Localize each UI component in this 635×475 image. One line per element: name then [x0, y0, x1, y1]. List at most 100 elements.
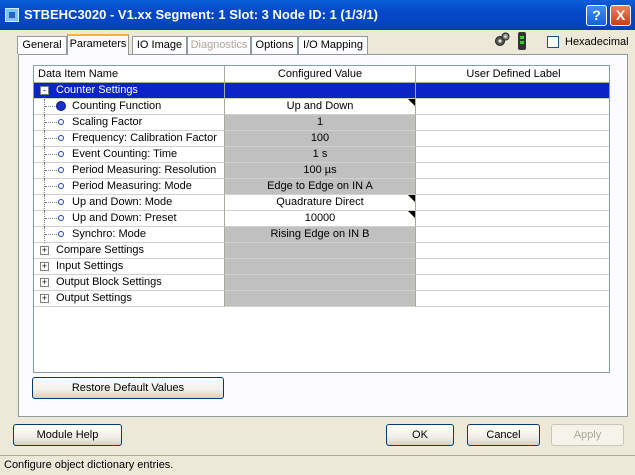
- table-row[interactable]: + Output Block Settings: [34, 275, 609, 291]
- bullet-icon: [58, 119, 64, 125]
- configured-value-cell[interactable]: Quadrature Direct: [225, 195, 416, 211]
- cancel-button[interactable]: Cancel: [467, 424, 540, 446]
- module-help-button[interactable]: Module Help: [13, 424, 122, 446]
- bullet-icon: [58, 167, 64, 173]
- table-row[interactable]: Up and Down: Mode Quadrature Direct: [34, 195, 609, 211]
- table-row[interactable]: Synchro: Mode Rising Edge on IN B: [34, 227, 609, 243]
- configured-value-cell[interactable]: 1 s: [225, 147, 416, 163]
- column-header-name[interactable]: Data Item Name: [34, 66, 225, 82]
- name-cell[interactable]: + Compare Settings: [34, 243, 225, 259]
- column-header-value[interactable]: Configured Value: [225, 66, 416, 82]
- user-label-cell[interactable]: [416, 179, 609, 195]
- tab-io-image[interactable]: IO Image: [132, 36, 187, 54]
- help-button[interactable]: ?: [586, 5, 607, 26]
- name-cell[interactable]: Period Measuring: Mode: [34, 179, 225, 195]
- name-cell[interactable]: Up and Down: Preset: [34, 211, 225, 227]
- configured-value: 100 µs: [303, 164, 337, 176]
- user-label-cell[interactable]: [416, 211, 609, 227]
- dropdown-corner-icon[interactable]: [408, 195, 415, 202]
- table-row[interactable]: Scaling Factor 1: [34, 115, 609, 131]
- item-name: Output Settings: [56, 292, 132, 304]
- configured-value-cell[interactable]: 100 µs: [225, 163, 416, 179]
- user-label-cell[interactable]: [416, 243, 609, 259]
- bullet-icon: [58, 215, 64, 221]
- tree-line: [44, 163, 46, 179]
- configured-value-cell[interactable]: [225, 291, 416, 307]
- table-row[interactable]: Period Measuring: Resolution 100 µs: [34, 163, 609, 179]
- configured-value: 1: [316, 116, 324, 128]
- ok-button[interactable]: OK: [386, 424, 454, 446]
- table-row[interactable]: Event Counting: Time 1 s: [34, 147, 609, 163]
- expand-icon[interactable]: +: [40, 294, 49, 303]
- close-button[interactable]: X: [610, 5, 631, 26]
- tab-general[interactable]: General: [17, 36, 67, 54]
- dropdown-corner-icon[interactable]: [408, 99, 415, 106]
- configured-value-cell[interactable]: [225, 243, 416, 259]
- hexadecimal-checkbox[interactable]: [547, 36, 559, 48]
- configured-value-cell[interactable]: 100: [225, 131, 416, 147]
- user-label-cell[interactable]: [416, 131, 609, 147]
- configured-value: Quadrature Direct: [276, 196, 364, 208]
- table-row[interactable]: - Counter Settings: [34, 83, 609, 99]
- tree-branch: [45, 170, 57, 171]
- item-name: Counting Function: [72, 100, 162, 112]
- table-row[interactable]: Up and Down: Preset 10000: [34, 211, 609, 227]
- name-cell[interactable]: + Input Settings: [34, 259, 225, 275]
- tab-options[interactable]: Options: [251, 36, 298, 54]
- gears-icon[interactable]: [494, 32, 510, 48]
- configured-value-cell[interactable]: Rising Edge on IN B: [225, 227, 416, 243]
- tree-line: [44, 115, 46, 131]
- expand-icon[interactable]: +: [40, 262, 49, 271]
- collapse-icon[interactable]: -: [40, 86, 49, 95]
- device-icon[interactable]: [518, 32, 526, 50]
- name-cell[interactable]: - Counter Settings: [34, 83, 225, 99]
- table-row[interactable]: + Output Settings: [34, 291, 609, 307]
- table-row[interactable]: + Compare Settings: [34, 243, 609, 259]
- configured-value: Up and Down: [286, 100, 354, 112]
- tab-diagnostics[interactable]: Diagnostics: [187, 36, 251, 54]
- table-row[interactable]: + Input Settings: [34, 259, 609, 275]
- configured-value-cell[interactable]: [225, 83, 416, 99]
- filled-bullet-icon: [56, 101, 66, 111]
- user-label-cell[interactable]: [416, 115, 609, 131]
- table-row[interactable]: Counting Function Up and Down: [34, 99, 609, 115]
- restore-defaults-button[interactable]: Restore Default Values: [32, 377, 224, 399]
- tab-parameters[interactable]: Parameters: [67, 34, 129, 55]
- expand-icon[interactable]: +: [40, 278, 49, 287]
- user-label-cell[interactable]: [416, 275, 609, 291]
- user-label-cell[interactable]: [416, 259, 609, 275]
- name-cell[interactable]: Frequency: Calibration Factor: [34, 131, 225, 147]
- name-cell[interactable]: Period Measuring: Resolution: [34, 163, 225, 179]
- user-label-cell[interactable]: [416, 291, 609, 307]
- user-label-cell[interactable]: [416, 163, 609, 179]
- name-cell[interactable]: + Output Block Settings: [34, 275, 225, 291]
- configured-value-cell[interactable]: 10000: [225, 211, 416, 227]
- table-row[interactable]: Period Measuring: Mode Edge to Edge on IN…: [34, 179, 609, 195]
- user-label-cell[interactable]: [416, 83, 609, 99]
- column-header-label[interactable]: User Defined Label: [416, 66, 609, 82]
- user-label-cell[interactable]: [416, 99, 609, 115]
- name-cell[interactable]: Up and Down: Mode: [34, 195, 225, 211]
- configured-value-cell[interactable]: Edge to Edge on IN A: [225, 179, 416, 195]
- name-cell[interactable]: Event Counting: Time: [34, 147, 225, 163]
- configured-value-cell[interactable]: [225, 259, 416, 275]
- tab-io-mapping[interactable]: I/O Mapping: [298, 36, 368, 54]
- table-row[interactable]: Frequency: Calibration Factor 100: [34, 131, 609, 147]
- configured-value-cell[interactable]: [225, 275, 416, 291]
- name-cell[interactable]: Scaling Factor: [34, 115, 225, 131]
- user-label-cell[interactable]: [416, 147, 609, 163]
- user-label-cell[interactable]: [416, 195, 609, 211]
- dropdown-corner-icon[interactable]: [408, 211, 415, 218]
- expand-icon[interactable]: +: [40, 246, 49, 255]
- configured-value-cell[interactable]: 1: [225, 115, 416, 131]
- name-cell[interactable]: + Output Settings: [34, 291, 225, 307]
- configured-value-cell[interactable]: Up and Down: [225, 99, 416, 115]
- user-label-cell[interactable]: [416, 227, 609, 243]
- name-cell[interactable]: Synchro: Mode: [34, 227, 225, 243]
- parameter-grid[interactable]: Data Item Name Configured Value User Def…: [33, 65, 610, 373]
- bullet-icon: [58, 199, 64, 205]
- name-cell[interactable]: Counting Function: [34, 99, 225, 115]
- apply-button[interactable]: Apply: [551, 424, 624, 446]
- tree-line: [44, 227, 46, 243]
- bullet-icon: [58, 231, 64, 237]
